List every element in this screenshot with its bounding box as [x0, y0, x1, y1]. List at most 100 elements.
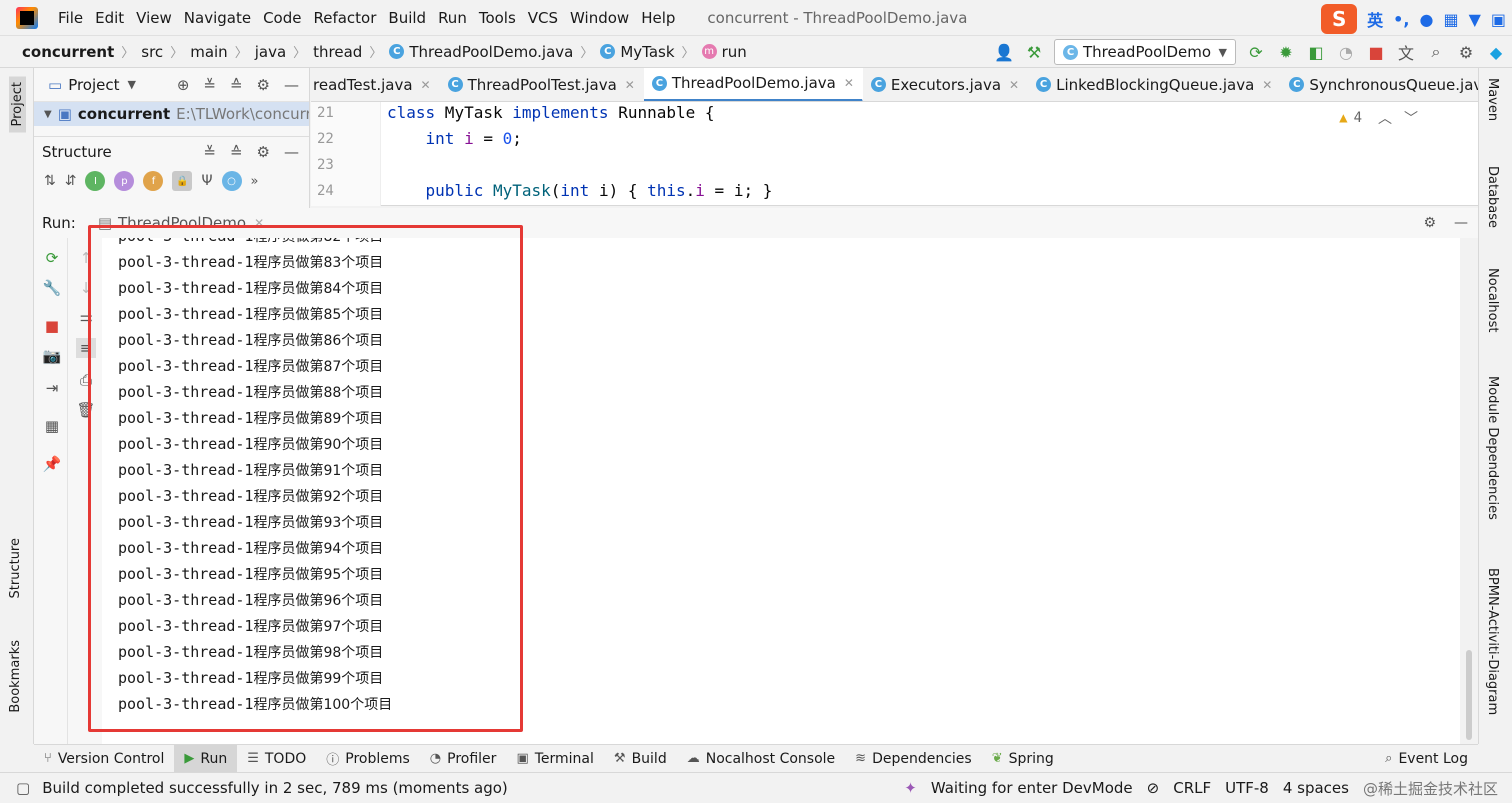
show-lambdas-icon[interactable]: Ψ — [201, 173, 212, 189]
chevron-up-icon[interactable]: ︿ — [1378, 108, 1392, 128]
tool-event-log[interactable]: ⌕ Event Log — [1375, 745, 1478, 773]
arrow-down-icon[interactable]: ↓ — [76, 278, 96, 298]
login-icon[interactable]: ⇥ — [42, 378, 62, 398]
grid-icon[interactable]: ▣ — [1491, 10, 1506, 29]
run-configuration-select[interactable]: C ThreadPoolDemo ▼ — [1054, 39, 1236, 65]
jetbrains-plugin-icon[interactable]: ◆ — [1486, 42, 1506, 62]
menu-file[interactable]: File — [52, 9, 89, 27]
chevron-down-icon[interactable]: ▼ — [44, 109, 52, 120]
camera-icon[interactable]: 📷 — [42, 346, 62, 366]
rerun-icon[interactable]: ⟳ — [42, 248, 62, 268]
profile-icon[interactable]: ◔ — [1336, 42, 1356, 62]
scroll-to-end-icon[interactable]: ≡ — [76, 338, 96, 358]
gear-icon[interactable]: ⚙ — [1456, 42, 1476, 62]
breadcrumb-src[interactable]: src — [141, 43, 163, 61]
breadcrumb-thread[interactable]: thread — [313, 43, 362, 61]
indent-setting[interactable]: 4 spaces — [1283, 779, 1349, 797]
breadcrumb-method[interactable]: m run — [701, 43, 747, 61]
editor-tab[interactable]: readTest.java ✕ — [311, 68, 440, 101]
breadcrumb-java[interactable]: java — [255, 43, 286, 61]
tool-run[interactable]: ▶ Run — [174, 744, 238, 773]
sort-alpha-icon[interactable]: ⇵ — [65, 173, 77, 189]
line-separator[interactable]: CRLF — [1173, 779, 1211, 797]
print-icon[interactable]: ⎙ — [76, 370, 96, 390]
menu-vcs[interactable]: VCS — [522, 9, 564, 27]
arrow-up-icon[interactable]: ↑ — [76, 248, 96, 268]
show-properties-icon[interactable]: p — [114, 171, 135, 191]
shirt-icon[interactable]: ▼ — [1469, 10, 1481, 29]
inspection-widget[interactable]: ▲ 4 ︿ ﹀ — [1339, 108, 1418, 128]
expand-all-icon[interactable]: ≚ — [203, 76, 216, 94]
editor-tab[interactable]: C SynchronousQueue.jav — [1281, 68, 1478, 101]
nocalhost-tool-tab[interactable]: Nocalhost — [1485, 268, 1500, 332]
minimize-icon[interactable]: — — [1454, 215, 1468, 231]
collapse-all-icon[interactable]: ≙ — [230, 76, 243, 94]
project-tree-root[interactable]: ▼ ▣ concurrent E:\TLWork\concurrent — [34, 102, 309, 126]
soft-wrap-icon[interactable]: ⇉ — [76, 308, 96, 328]
show-non-public-icon[interactable]: 🔒 — [172, 171, 193, 191]
gear-icon[interactable]: ⚙ — [257, 76, 270, 94]
run-tab[interactable]: ▤ ThreadPoolDemo ✕ — [98, 214, 264, 232]
editor-tab[interactable]: C ThreadPoolTest.java ✕ — [440, 68, 644, 101]
tool-nocalhost-console[interactable]: ☁ Nocalhost Console — [677, 745, 845, 773]
breadcrumb-class[interactable]: C MyTask — [600, 43, 675, 61]
microphone-icon[interactable]: ● — [1419, 10, 1433, 29]
close-icon[interactable]: ✕ — [625, 78, 635, 92]
rerun-icon[interactable]: ⟳ — [1246, 42, 1266, 62]
hammer-icon[interactable]: ⚒ — [1024, 42, 1044, 62]
tool-build[interactable]: ⚒ Build — [604, 745, 677, 773]
menu-help[interactable]: Help — [635, 9, 681, 27]
menu-navigate[interactable]: Navigate — [178, 9, 257, 27]
editor-tab[interactable]: C Executors.java ✕ — [863, 68, 1028, 101]
tool-terminal[interactable]: ▣ Terminal — [506, 745, 603, 773]
gear-icon[interactable]: ⚙ — [1423, 215, 1436, 231]
tool-dependencies[interactable]: ≋ Dependencies — [845, 745, 982, 773]
layout-icon[interactable]: ▦ — [42, 416, 62, 436]
menu-build[interactable]: Build — [382, 9, 432, 27]
pin-icon[interactable]: 📌 — [42, 454, 62, 474]
minimize-icon[interactable]: — — [284, 76, 299, 94]
project-panel-title[interactable]: Project — [68, 76, 119, 94]
file-encoding[interactable]: UTF-8 — [1225, 779, 1269, 797]
close-icon[interactable]: ✕ — [1009, 78, 1019, 92]
devmode-status[interactable]: Waiting for enter DevMode — [931, 779, 1133, 797]
tool-version-control[interactable]: ⑂ Version Control — [34, 745, 174, 773]
search-icon[interactable]: ⌕ — [1426, 42, 1446, 62]
translate-icon[interactable]: 文 — [1396, 42, 1416, 63]
stop-icon[interactable]: ■ — [42, 316, 62, 336]
close-icon[interactable]: ✕ — [1262, 78, 1272, 92]
coverage-icon[interactable]: ◧ — [1306, 42, 1326, 62]
minimize-icon[interactable]: — — [284, 143, 299, 161]
menu-code[interactable]: Code — [257, 9, 307, 27]
menu-tools[interactable]: Tools — [473, 9, 522, 27]
keyboard-icon[interactable]: ▦ — [1443, 10, 1458, 29]
tool-problems[interactable]: ⓘ Problems — [316, 745, 420, 773]
trash-icon[interactable]: 🗑 — [76, 400, 96, 420]
chevron-down-icon[interactable]: ▼ — [128, 78, 136, 91]
tool-spring[interactable]: ❦ Spring — [982, 745, 1064, 773]
run-console-output[interactable]: pool-3-thread-1程序员做第82个项目pool-3-thread-1… — [102, 238, 1460, 744]
menu-view[interactable]: View — [130, 9, 178, 27]
maven-tool-tab[interactable]: Maven — [1485, 78, 1500, 121]
tool-profiler[interactable]: ◔ Profiler — [420, 745, 507, 773]
ime-punct-toggle[interactable]: •, — [1393, 10, 1409, 29]
wrench-icon[interactable]: 🔧 — [42, 278, 62, 298]
more-icon[interactable]: » — [251, 174, 259, 189]
module-dependencies-tool-tab[interactable]: Module Dependencies — [1485, 376, 1500, 520]
collapse-all-icon[interactable]: ≙ — [230, 143, 243, 161]
autoscroll-icon[interactable]: ○ — [221, 171, 242, 191]
user-icon[interactable]: 👤 — [994, 42, 1014, 62]
breadcrumb-project[interactable]: concurrent — [0, 43, 114, 61]
database-tool-tab[interactable]: Database — [1485, 166, 1500, 228]
structure-tool-tab[interactable]: Structure — [8, 538, 23, 598]
show-inherited-icon[interactable]: I — [85, 171, 106, 191]
tool-todo[interactable]: ☰ TODO — [237, 745, 316, 773]
breadcrumb-main[interactable]: main — [190, 43, 227, 61]
menu-refactor[interactable]: Refactor — [307, 9, 382, 27]
debug-icon[interactable]: ✹ — [1276, 42, 1296, 62]
close-icon[interactable]: ✕ — [844, 76, 854, 90]
menu-edit[interactable]: Edit — [89, 9, 130, 27]
editor-tab[interactable]: C LinkedBlockingQueue.java ✕ — [1028, 68, 1281, 101]
show-fields-icon[interactable]: f — [143, 171, 164, 191]
stop-icon[interactable]: ■ — [1366, 42, 1386, 62]
